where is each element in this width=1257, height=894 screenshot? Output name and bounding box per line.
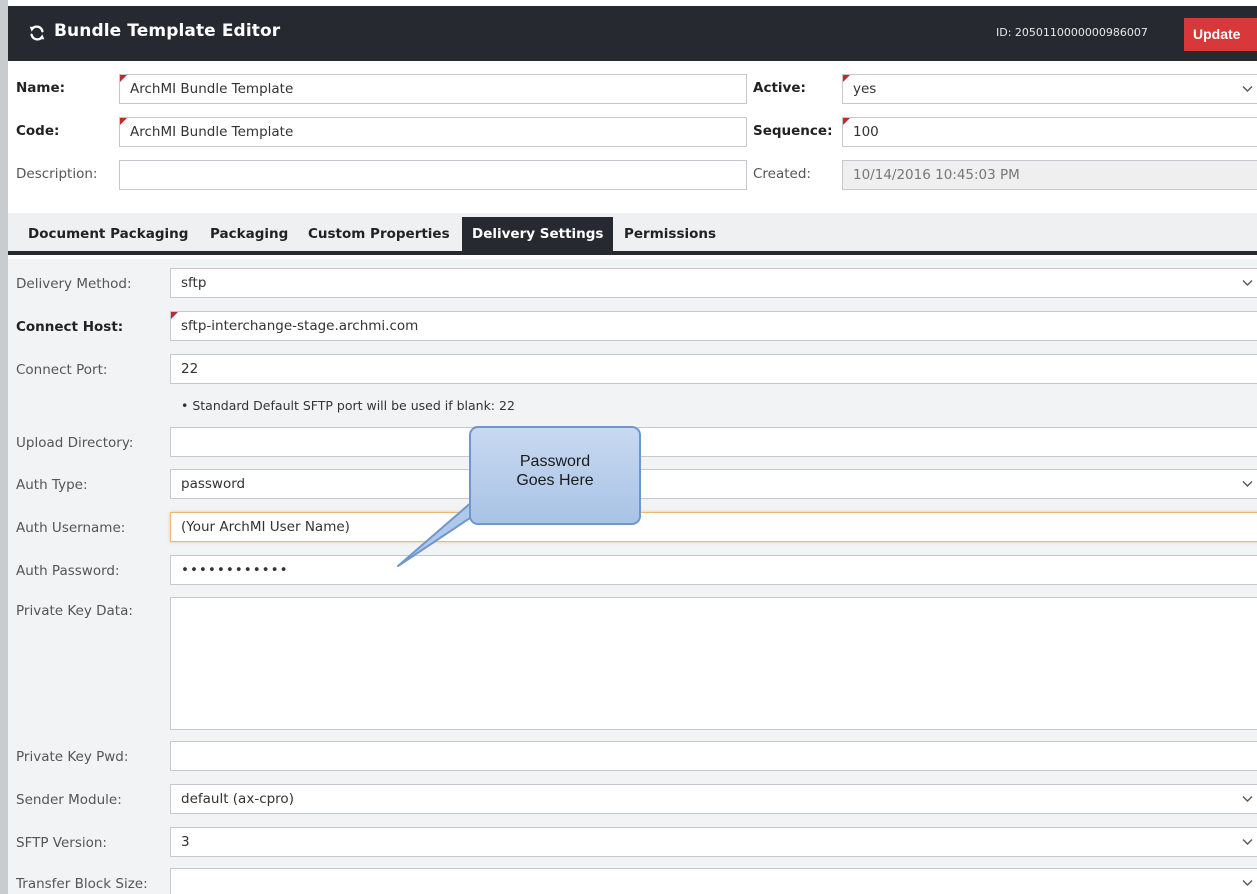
auth-type-select[interactable]: password [170,469,1257,499]
name-label: Name: [16,80,66,96]
update-button[interactable]: Update [1184,18,1257,51]
private-key-data-label: Private Key Data: [16,603,133,619]
tab-bar: Document Packaging Packaging Custom Prop… [8,213,1257,255]
refresh-icon[interactable] [28,24,46,42]
sequence-input[interactable]: 100 [842,117,1257,147]
created-label: Created: [753,166,811,182]
sftp-version-value: 3 [181,834,190,850]
sender-module-value: default (ax-cpro) [181,791,294,807]
sender-module-select[interactable]: default (ax-cpro) [170,784,1257,814]
password-callout: Password Goes Here [469,426,641,525]
active-select[interactable]: yes [842,74,1257,104]
description-label: Description: [16,166,98,182]
auth-password-input[interactable]: •••••••••••• [170,555,1257,585]
sftp-version-label: SFTP Version: [16,835,107,851]
tab-document-packaging[interactable]: Document Packaging [28,217,188,251]
tab-delivery-settings[interactable]: Delivery Settings [462,217,614,251]
code-input[interactable]: ArchMI Bundle Template [119,117,747,147]
created-value: 10/14/2016 10:45:03 PM [842,160,1257,190]
delivery-method-select[interactable]: sftp [170,268,1257,298]
private-key-pwd-label: Private Key Pwd: [16,749,129,765]
active-select-value: yes [853,81,877,97]
connect-port-input[interactable]: 22 [170,354,1257,384]
tab-permissions[interactable]: Permissions [624,217,716,251]
description-input[interactable] [119,160,747,190]
tab-custom-properties[interactable]: Custom Properties [308,217,450,251]
chevron-down-icon [1242,880,1253,886]
upload-directory-label: Upload Directory: [16,435,134,451]
auth-password-label: Auth Password: [16,563,120,579]
connect-host-input[interactable]: sftp-interchange-stage.archmi.com [170,311,1257,341]
record-id: ID: 2050110000000986007 [996,26,1148,39]
delivery-method-value: sftp [181,275,207,291]
auth-type-value: password [181,476,246,492]
sftp-version-select[interactable]: 3 [170,827,1257,857]
chevron-down-icon [1242,280,1253,286]
active-label: Active: [753,80,806,96]
auth-username-label: Auth Username: [16,520,126,536]
private-key-pwd-input[interactable] [170,741,1257,771]
connect-host-label: Connect Host: [16,319,124,335]
sequence-label: Sequence: [753,123,833,139]
tab-packaging[interactable]: Packaging [210,217,288,251]
transfer-block-size-label: Transfer Block Size: [16,876,148,892]
auth-username-input[interactable]: (Your ArchMI User Name) [170,512,1257,542]
callout-line-1: Password [519,453,591,470]
chevron-down-icon [1242,86,1253,92]
editor-header: Bundle Template Editor ID: 2050110000000… [8,6,1257,61]
port-hint: • Standard Default SFTP port will be use… [181,398,515,413]
name-input[interactable]: ArchMI Bundle Template [119,74,747,104]
connect-port-label: Connect Port: [16,362,108,378]
chevron-down-icon [1242,796,1253,802]
code-label: Code: [16,123,60,139]
page-title: Bundle Template Editor [54,21,281,41]
upload-directory-input[interactable] [170,427,1257,457]
transfer-block-size-select[interactable] [170,868,1257,894]
delivery-method-label: Delivery Method: [16,276,132,292]
sender-module-label: Sender Module: [16,792,122,808]
chevron-down-icon [1242,839,1253,845]
callout-line-2: Goes Here [516,472,594,489]
private-key-data-textarea[interactable] [170,597,1257,730]
chevron-down-icon [1242,481,1253,487]
auth-type-label: Auth Type: [16,477,88,493]
